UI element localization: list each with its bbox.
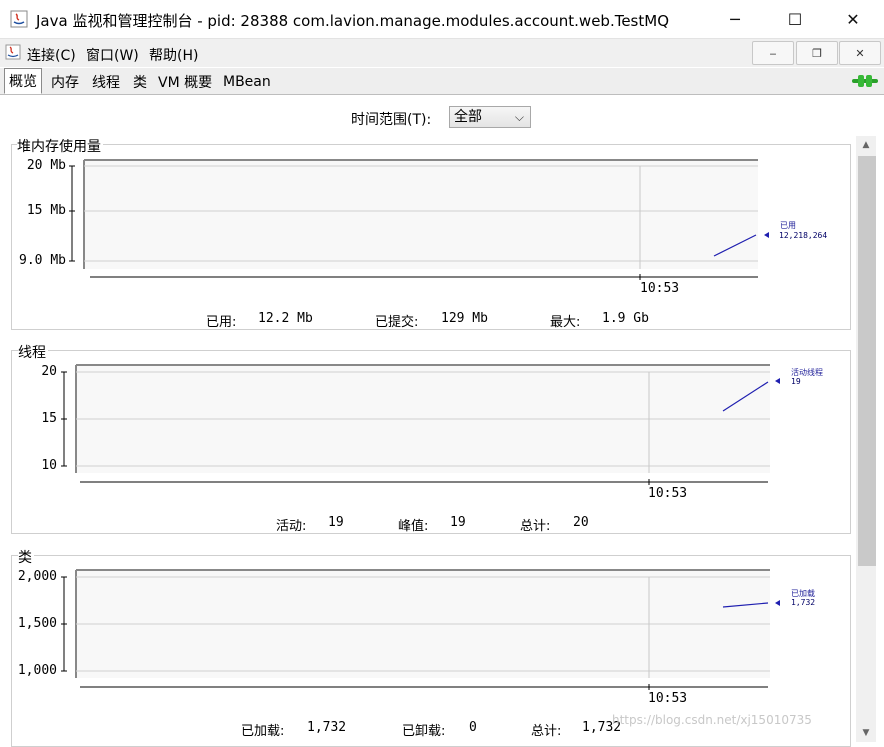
classes-stat-unloaded-label: 已卸载:: [402, 724, 446, 739]
classes-legend-arrow-icon: [775, 600, 780, 606]
classes-y-label-1500: 1,500: [17, 616, 57, 631]
watermark-text: https://blog.csdn.net/xj15010735: [612, 713, 812, 727]
classes-series-line: [722, 602, 769, 608]
scroll-up-icon[interactable]: ▲: [856, 136, 876, 154]
scrollbar-thumb[interactable]: [858, 156, 876, 566]
classes-y-label-1000: 1,000: [17, 663, 57, 678]
classes-x-label: 10:53: [648, 691, 688, 706]
classes-y-label-2000: 2,000: [17, 569, 57, 584]
classes-legend-value: 1,732: [791, 598, 816, 607]
classes-stat-loaded-value: 1,732: [307, 720, 347, 735]
scroll-down-icon[interactable]: ▼: [856, 724, 876, 742]
classes-stat-unloaded-value: 0: [469, 720, 477, 735]
classes-chart: [61, 569, 780, 690]
classes-stat-total-label: 总计:: [531, 724, 562, 739]
classes-stat-loaded-label: 已加载:: [241, 724, 285, 739]
